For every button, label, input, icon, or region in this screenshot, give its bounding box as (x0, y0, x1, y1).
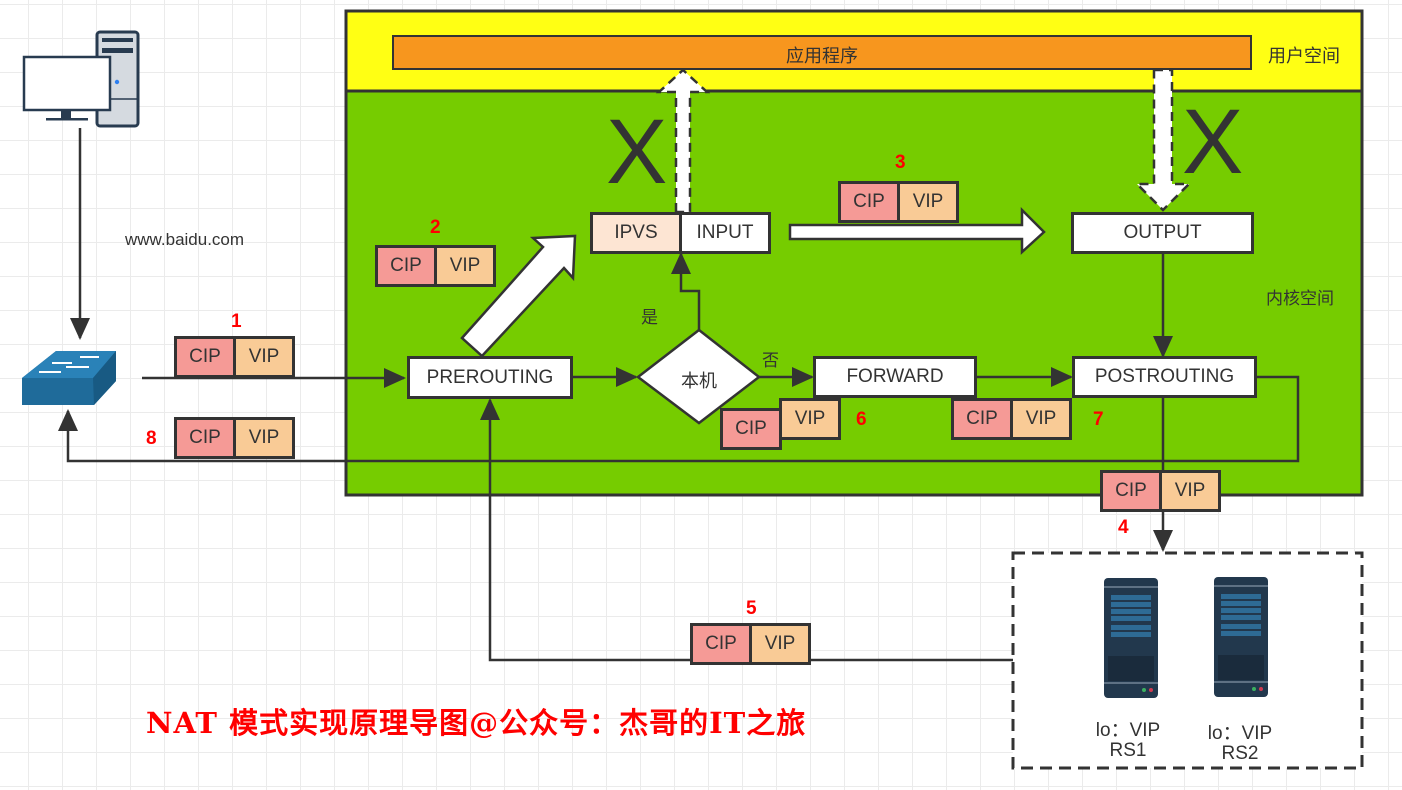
packet-src: CIP (375, 245, 437, 287)
forward-node: FORWARD (813, 356, 977, 398)
packet-dst: VIP (1159, 470, 1221, 512)
user-space-label: 用户空间 (1268, 46, 1340, 66)
step-number-5: 5 (746, 598, 757, 619)
packet-1: CIP VIP (174, 336, 295, 378)
diagram-title: NAT 模式实现原理导图@公众号：杰哥的IT之旅 (146, 706, 807, 740)
rs1-lo-label: lo：VIP (1095, 720, 1161, 741)
client-computer-icon (22, 30, 140, 128)
blocked-to-app-mark: X (606, 101, 668, 203)
network-switch-icon (22, 351, 116, 405)
packet-dst: VIP (1010, 398, 1072, 440)
packet-dst: VIP (233, 417, 295, 459)
ipvs-node: IPVS (590, 212, 682, 254)
packet-2: CIP VIP (375, 245, 496, 287)
rs1-name-label: RS1 (1109, 740, 1147, 761)
packet-src: CIP (174, 417, 236, 459)
input-node: INPUT (679, 212, 771, 254)
packet-5: CIP VIP (690, 623, 811, 665)
blocked-from-app-mark: X (1182, 91, 1244, 193)
decision-yes-label: 是 (641, 308, 658, 327)
step-number-4: 4 (1118, 517, 1129, 538)
output-node: OUTPUT (1071, 212, 1254, 254)
packet-src: CIP (174, 336, 236, 378)
rs2-lo-label: lo：VIP (1207, 723, 1273, 744)
step-number-2: 2 (430, 217, 441, 238)
step-number-3: 3 (895, 152, 906, 173)
packet-src: CIP (1100, 470, 1162, 512)
step-number-7: 7 (1093, 409, 1104, 430)
packet-4: CIP VIP (1100, 470, 1221, 512)
postrouting-node: POSTROUTING (1072, 356, 1257, 398)
packet-8: CIP VIP (174, 417, 295, 459)
packet-dst: VIP (233, 336, 295, 378)
packet-src: CIP (951, 398, 1013, 440)
step-number-8: 8 (146, 428, 157, 449)
rs2-name-label: RS2 (1221, 743, 1259, 764)
prerouting-node: PREROUTING (407, 356, 573, 399)
packet-dst: VIP (749, 623, 811, 665)
client-url-label: www.baidu.com (125, 230, 245, 249)
step-number-1: 1 (231, 311, 242, 332)
decision-label: 本机 (681, 371, 717, 391)
packet-6: CIP VIP (720, 398, 841, 450)
server-rs2-icon (1214, 577, 1268, 697)
step-number-6: 6 (856, 409, 867, 430)
packet-dst: VIP (434, 245, 496, 287)
packet-7: CIP VIP (951, 398, 1072, 440)
packet-src: CIP (690, 623, 752, 665)
decision-no-label: 否 (762, 351, 779, 370)
packet-src: CIP (838, 181, 900, 223)
real-server-group (1011, 551, 1364, 770)
packet-dst: VIP (779, 398, 841, 440)
packet-src: CIP (720, 408, 782, 450)
packet-dst: VIP (897, 181, 959, 223)
packet-3: CIP VIP (838, 181, 959, 223)
kernel-space-label: 内核空间 (1266, 289, 1334, 308)
application-label: 应用程序 (786, 46, 858, 66)
server-rs1-icon (1104, 578, 1158, 698)
